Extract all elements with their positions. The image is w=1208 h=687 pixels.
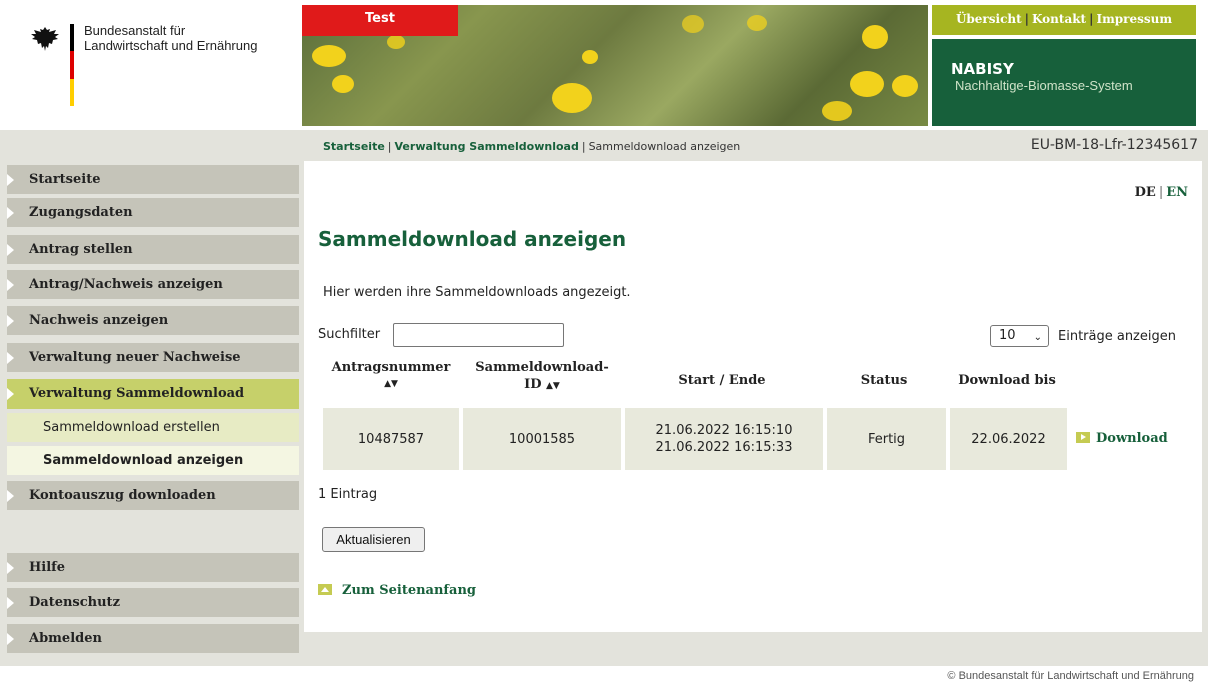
language-switcher: DE | EN — [1134, 185, 1188, 200]
sort-icon: ▲▼ — [384, 379, 398, 389]
arrow-up-icon — [318, 584, 332, 595]
cell-antragsnummer: 10487587 — [323, 408, 459, 470]
back-to-top-label: Zum Seitenanfang — [342, 583, 476, 598]
header: Bundesanstalt für Landwirtschaft und Ern… — [0, 0, 1208, 130]
topnav-uebersicht[interactable]: Übersicht — [956, 12, 1022, 26]
entry-count: 1 Eintrag — [318, 487, 378, 502]
top-navigation: Übersicht | Kontakt | Impressum — [932, 5, 1196, 35]
cell-download-bis: 22.06.2022 — [950, 408, 1067, 470]
agency-logo[interactable]: Bundesanstalt für Landwirtschaft und Ern… — [30, 22, 290, 112]
cell-start-ende: 21.06.2022 16:15:10 21.06.2022 16:15:33 — [625, 408, 823, 470]
sidebar-item-antrag-stellen[interactable]: Antrag stellen — [7, 235, 299, 264]
sidebar-item-zugangsdaten[interactable]: Zugangsdaten — [7, 198, 299, 227]
breadcrumb-verwaltung-sammeldownload[interactable]: Verwaltung Sammeldownload — [395, 140, 579, 153]
main-content: DE | EN Sammeldownload anzeigen Hier werde… — [304, 161, 1202, 632]
app-title: NABISY — [951, 60, 1014, 78]
account-id: EU-BM-18-Lfr-12345617 — [1030, 137, 1198, 153]
refresh-button[interactable]: Aktualisieren — [322, 527, 425, 552]
sidebar-item-label: Hilfe — [29, 560, 66, 575]
sidebar-item-label: Antrag/Nachweis anzeigen — [29, 277, 223, 292]
column-header-label: Sammeldownload- — [475, 360, 609, 375]
lang-en[interactable]: EN — [1166, 185, 1188, 200]
entries-label: Einträge anzeigen — [1058, 329, 1176, 344]
agency-name-line1: Bundesanstalt für — [84, 23, 186, 38]
entries-per-page-select[interactable]: 10 ⌄ — [990, 325, 1049, 347]
sidebar-item-startseite[interactable]: Startseite — [7, 165, 299, 194]
chevron-right-icon — [7, 174, 14, 186]
column-header-antragsnummer[interactable]: Antragsnummer ▲▼ — [322, 359, 460, 393]
sidebar-item-nachweis-anzeigen[interactable]: Nachweis anzeigen — [7, 306, 299, 335]
column-header-label: Antragsnummer — [331, 360, 451, 375]
breadcrumb-current: Sammeldownload anzeigen — [588, 140, 741, 153]
cell-sammeldownload-id: 10001585 — [463, 408, 621, 470]
page-title: Sammeldownload anzeigen — [318, 227, 627, 251]
chevron-right-icon — [7, 207, 14, 219]
sidebar-item-datenschutz[interactable]: Datenschutz — [7, 588, 299, 617]
column-header-sammeldownload-id[interactable]: Sammeldownload- ID ▲▼ — [464, 359, 620, 395]
chevron-right-icon — [7, 562, 14, 574]
entries-per-page-value: 10 — [999, 328, 1016, 343]
sidebar-item-label: Datenschutz — [29, 595, 120, 610]
chevron-right-icon — [7, 244, 14, 256]
sidebar-subitem-sammeldownload-anzeigen[interactable]: Sammeldownload anzeigen — [7, 446, 299, 475]
intro-text: Hier werden ihre Sammeldownloads angezei… — [323, 285, 631, 300]
sidebar-subitem-sammeldownload-erstellen[interactable]: Sammeldownload erstellen — [7, 413, 299, 442]
chevron-right-icon — [7, 490, 14, 502]
download-label: Download — [1096, 431, 1168, 446]
sidebar-item-label: Verwaltung neuer Nachweise — [29, 350, 241, 365]
topnav-kontakt[interactable]: Kontakt — [1032, 12, 1086, 26]
chevron-right-icon — [7, 388, 14, 400]
arrow-right-icon — [1076, 432, 1090, 443]
chevron-right-icon — [7, 352, 14, 364]
chevron-right-icon — [7, 597, 14, 609]
back-to-top-link[interactable]: Zum Seitenanfang — [318, 583, 476, 598]
cell-start: 21.06.2022 16:15:10 — [655, 423, 793, 438]
eagle-icon — [31, 27, 59, 51]
breadcrumb-bar: Startseite | Verwaltung Sammeldownload | Sam… — [0, 130, 1208, 161]
sidebar-item-label: Kontoauszug downloaden — [29, 488, 216, 503]
search-input[interactable] — [393, 323, 564, 347]
column-header-start-ende: Start / Ende — [678, 373, 766, 388]
cell-status: Fertig — [827, 408, 946, 470]
cell-ende: 21.06.2022 16:15:33 — [655, 440, 793, 455]
column-header-label-line2: ID — [524, 377, 542, 392]
app-title-box: NABISY Nachhaltige-Biomasse-System — [932, 39, 1196, 126]
agency-name: Bundesanstalt für Landwirtschaft und Ern… — [84, 23, 294, 53]
sidebar-item-label: Antrag stellen — [29, 242, 133, 257]
sidebar-item-label: Verwaltung Sammeldownload — [29, 386, 245, 401]
breadcrumb-startseite[interactable]: Startseite — [323, 140, 385, 153]
agency-name-line2: Landwirtschaft und Ernährung — [84, 38, 258, 53]
sidebar-item-abmelden[interactable]: Abmelden — [7, 624, 299, 653]
test-badge: Test — [302, 5, 458, 36]
app-subtitle: Nachhaltige-Biomasse-System — [955, 78, 1133, 93]
chevron-right-icon — [7, 279, 14, 291]
sidebar-item-label: Zugangsdaten — [29, 205, 133, 220]
download-link[interactable]: Download — [1076, 431, 1168, 446]
chevron-right-icon — [7, 633, 14, 645]
column-header-status: Status — [860, 373, 908, 388]
sort-icon: ▲▼ — [546, 381, 560, 391]
lang-de[interactable]: DE — [1135, 185, 1156, 200]
column-header-download-bis: Download bis — [958, 373, 1056, 388]
chevron-right-icon — [7, 315, 14, 327]
search-label: Suchfilter — [318, 327, 381, 342]
breadcrumb: Startseite | Verwaltung Sammeldownload | Sam… — [323, 140, 741, 153]
sidebar-item-label: Nachweis anzeigen — [29, 313, 169, 328]
sidebar-item-verwaltung-neuer-nachweise[interactable]: Verwaltung neuer Nachweise — [7, 343, 299, 372]
sidebar-item-label: Abmelden — [29, 631, 102, 646]
german-flag-bar — [70, 24, 74, 106]
sidebar-item-label: Startseite — [29, 172, 101, 187]
sidebar-item-kontoauszug-downloaden[interactable]: Kontoauszug downloaden — [7, 481, 299, 510]
sidebar-item-antrag-nachweis-anzeigen[interactable]: Antrag/Nachweis anzeigen — [7, 270, 299, 299]
sidebar-item-verwaltung-sammeldownload[interactable]: Verwaltung Sammeldownload — [7, 379, 299, 409]
footer-copyright: © Bundesanstalt für Landwirtschaft und E… — [947, 670, 1194, 682]
topnav-impressum[interactable]: Impressum — [1096, 12, 1172, 26]
chevron-down-icon: ⌄ — [1033, 332, 1042, 343]
sidebar-item-hilfe[interactable]: Hilfe — [7, 553, 299, 582]
